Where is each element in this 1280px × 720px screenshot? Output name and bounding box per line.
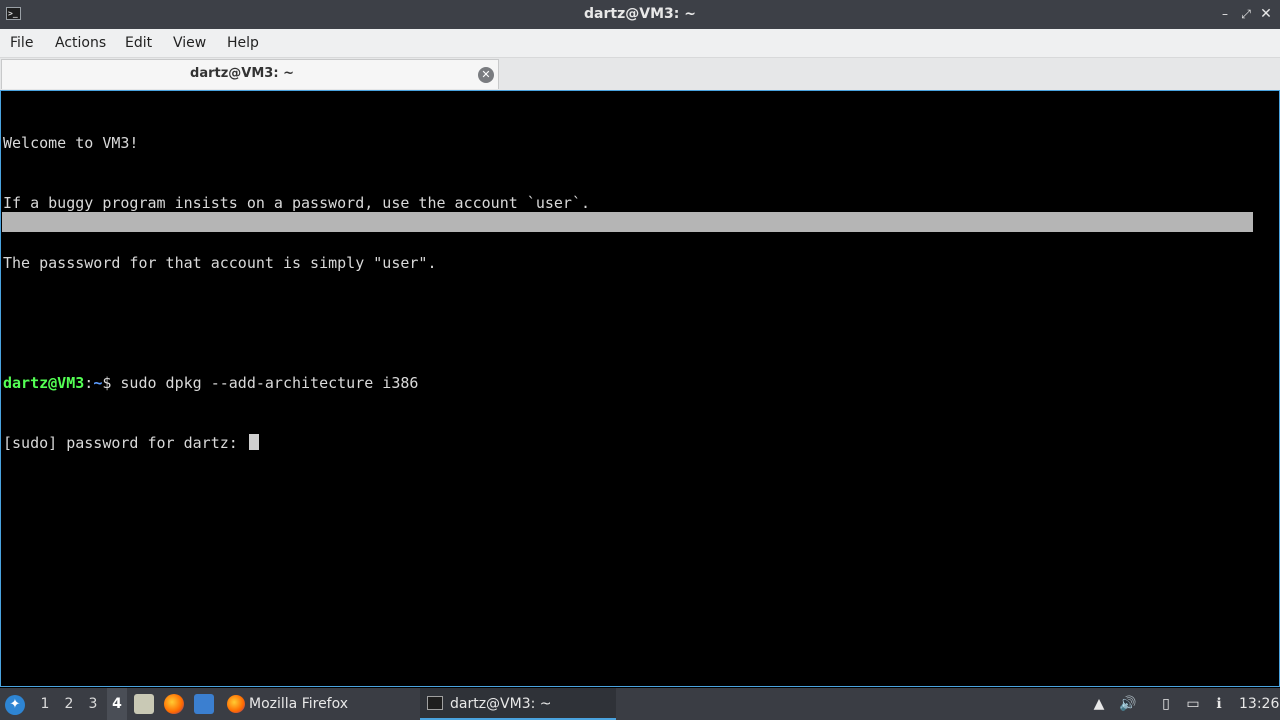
task-firefox[interactable]: Mozilla Firefox	[225, 688, 405, 720]
workspace-1[interactable]: 1	[35, 688, 55, 720]
clipboard-icon[interactable]: ▯	[1157, 695, 1175, 713]
menu-help[interactable]: Help	[227, 29, 259, 57]
tab-close-icon[interactable]: ✕	[478, 67, 494, 83]
terminal-output: Welcome to VM3! If a buggy program insis…	[3, 93, 590, 493]
prompt-user: dartz@VM3	[3, 374, 85, 392]
tab-bar: dartz@VM3: ~ ✕	[0, 58, 1280, 90]
start-menu-icon[interactable]: ✦	[5, 695, 25, 715]
close-window-icon[interactable]: ✕	[1258, 6, 1274, 22]
maximize-icon[interactable]: ⤢	[1238, 6, 1254, 22]
minimize-icon[interactable]: –	[1217, 6, 1233, 22]
workspace-2[interactable]: 2	[59, 688, 79, 720]
prompt-symbol: $	[102, 374, 121, 392]
network-icon[interactable]: ▭	[1184, 695, 1202, 713]
update-icon[interactable]: ▲	[1090, 695, 1108, 713]
menu-actions[interactable]: Actions	[55, 29, 106, 57]
file-manager-icon[interactable]	[134, 694, 154, 714]
task-label: Mozilla Firefox	[249, 696, 349, 712]
window-titlebar: >_ dartz@VM3: ~ – ⤢ ✕	[0, 0, 1280, 29]
firefox-launcher-icon[interactable]	[164, 694, 184, 714]
tab-terminal[interactable]: dartz@VM3: ~ ✕	[1, 59, 499, 89]
command-line: dartz@VM3:~$ sudo dpkg --add-architectur…	[3, 373, 590, 393]
window-title: dartz@VM3: ~	[584, 6, 696, 22]
taskbar: ✦ 1 2 3 4 Mozilla Firefox dartz@VM3: ~ ▲…	[0, 688, 1280, 720]
workspace-3[interactable]: 3	[83, 688, 103, 720]
terminal-icon	[427, 696, 443, 710]
menu-bar: File Actions Edit View Help	[0, 29, 1280, 58]
prompt-separator: :	[84, 374, 94, 392]
firefox-icon	[227, 695, 245, 713]
command-text: sudo dpkg --add-architecture i386	[120, 374, 419, 392]
volume-icon[interactable]: 🔊	[1119, 695, 1137, 713]
text-cursor	[248, 434, 259, 450]
workspace-4[interactable]: 4	[107, 688, 127, 720]
tab-title: dartz@VM3: ~	[190, 66, 294, 81]
clock[interactable]: 13:26	[1239, 688, 1279, 720]
sudo-prompt-line: [sudo] password for dartz:	[3, 433, 590, 453]
show-desktop-icon[interactable]	[194, 694, 214, 714]
task-label: dartz@VM3: ~	[450, 696, 552, 712]
sudo-prompt: [sudo] password for dartz:	[3, 434, 247, 452]
motd-line: If a buggy program insists on a password…	[3, 194, 590, 212]
terminal-view[interactable]: Welcome to VM3! If a buggy program insis…	[0, 90, 1280, 687]
prompt-path: ~	[93, 374, 103, 392]
task-terminal[interactable]: dartz@VM3: ~	[420, 688, 616, 720]
menu-view[interactable]: View	[173, 29, 206, 57]
motd-line: The passsword for that account is simply…	[3, 254, 437, 272]
info-icon[interactable]: ℹ	[1210, 695, 1228, 713]
menu-edit[interactable]: Edit	[125, 29, 152, 57]
menu-file[interactable]: File	[10, 29, 33, 57]
motd-line: Welcome to VM3!	[3, 134, 139, 152]
